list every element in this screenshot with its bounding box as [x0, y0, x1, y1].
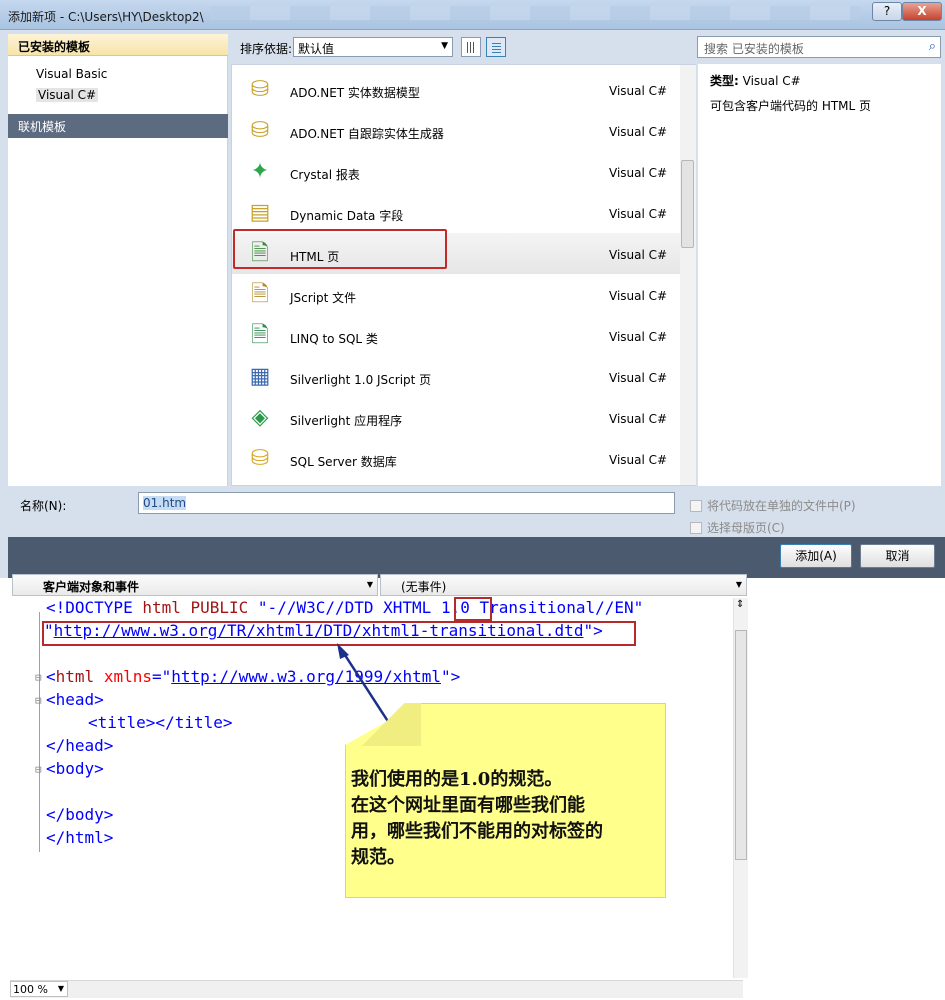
- note-line: 在这个网址里面有哪些我们能: [351, 795, 585, 816]
- note-line: 我们使用的是1.0的规范。: [351, 769, 563, 790]
- note-line: 用，哪些我们不能用的对标签的: [351, 821, 603, 842]
- note-line: 规范。: [351, 847, 405, 868]
- note-text: 我们使用的是1.0的规范。 在这个网址里面有哪些我们能 用，哪些我们不能用的对标…: [351, 767, 661, 871]
- note-folded-corner: [345, 703, 421, 746]
